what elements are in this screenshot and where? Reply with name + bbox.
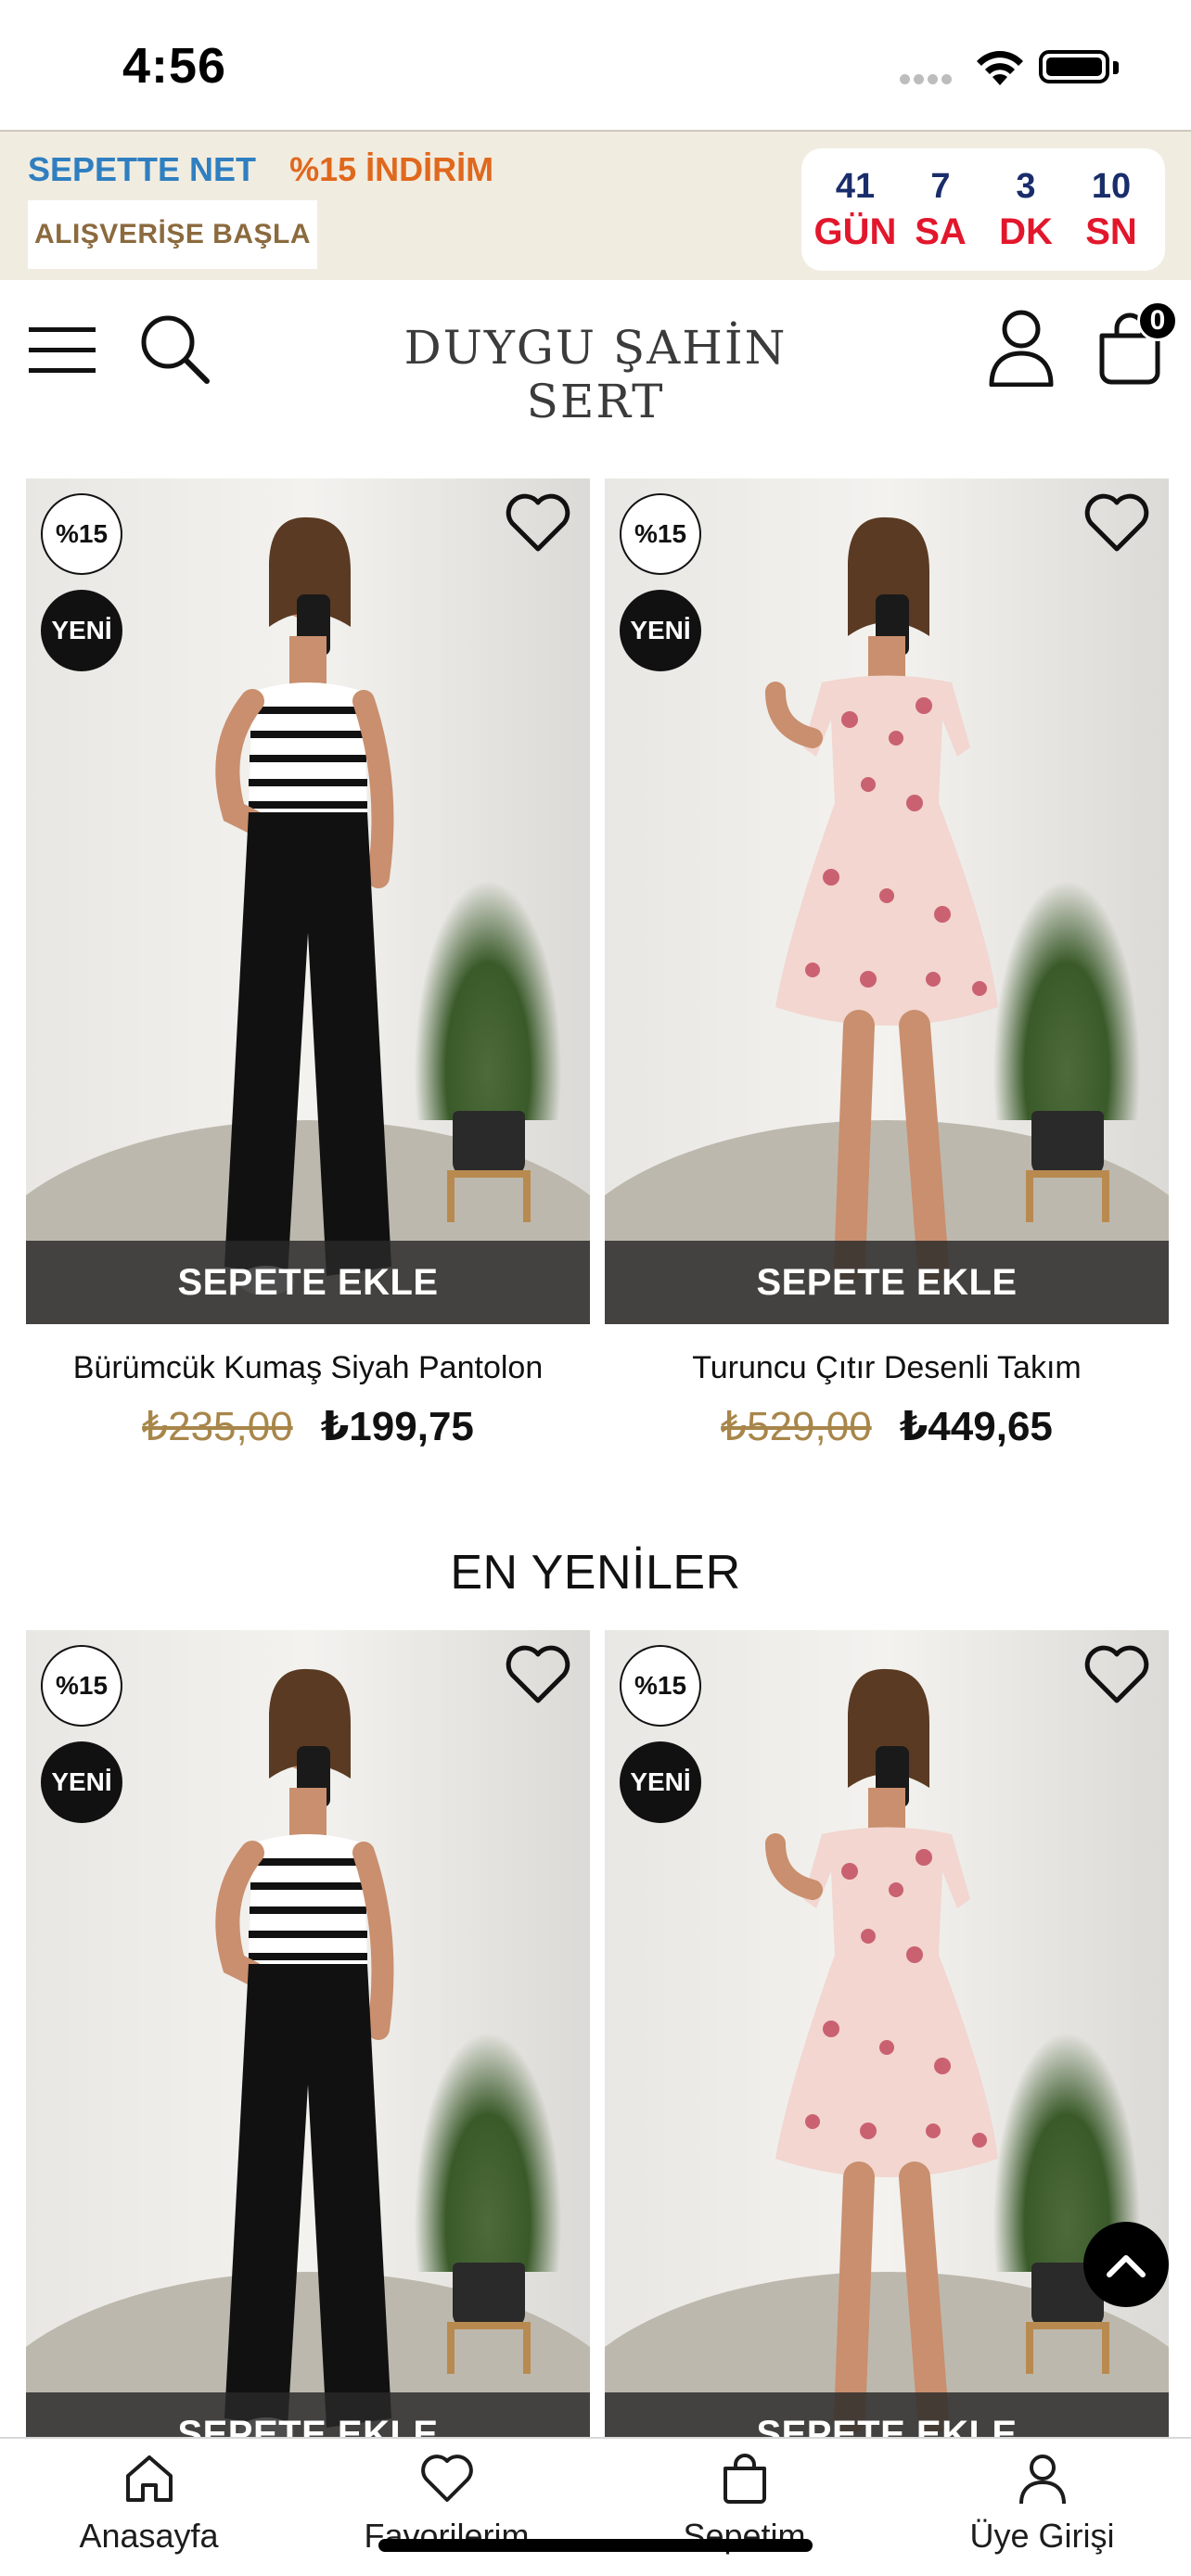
product-image[interactable]: %15 YENİ SEPETE EKLE (26, 478, 590, 1324)
home-icon (125, 2455, 173, 2502)
bottom-tab-bar: Anasayfa Favorilerim Sepetim Üye Girişi (0, 2437, 1191, 2576)
product-card[interactable]: %15 YENİ SEPETE EKLE Bürümcük Kumaş Siya… (26, 478, 590, 1450)
status-bar: 4:56 (0, 0, 1191, 130)
cart-icon[interactable]: 0 (1095, 300, 1178, 388)
tab-home[interactable]: Anasayfa (0, 2439, 298, 2576)
old-price: ₺235,00 (142, 1404, 293, 1449)
account-icon[interactable] (985, 306, 1057, 389)
countdown-seconds: 10 SN (1085, 167, 1137, 252)
section-title-new-arrivals: EN YENİLER (450, 1546, 741, 1600)
countdown-days: 41 GÜN (813, 167, 897, 252)
current-price: ₺449,65 (899, 1404, 1053, 1449)
model-photo (215, 516, 394, 1295)
tab-cart[interactable]: Sepetim (596, 2439, 893, 2576)
site-header: DUYGU ŞAHİN SERT 0 (0, 280, 1191, 428)
current-price: ₺199,75 (320, 1404, 474, 1449)
cellular-signal-icon (900, 72, 957, 84)
product-image[interactable]: %15 YENİ SEPETE EKLE (605, 1630, 1169, 2476)
add-to-cart-button[interactable]: SEPETE EKLE (26, 1241, 590, 1324)
product-prices: ₺529,00 ₺449,65 (605, 1403, 1169, 1450)
battery-icon (1039, 50, 1109, 83)
new-badge: YENİ (620, 1741, 701, 1823)
product-image[interactable]: %15 YENİ SEPETE EKLE (605, 478, 1169, 1324)
product-card[interactable]: %15 YENİ SEPETE EKLE Turuncu Çıtır Desen… (605, 478, 1169, 1450)
favorite-heart-icon[interactable] (505, 1645, 571, 1704)
product-prices: ₺235,00 ₺199,75 (26, 1403, 590, 1450)
menu-icon[interactable] (24, 317, 100, 382)
start-shopping-button[interactable]: ALIŞVERİŞE BAŞLA (28, 200, 317, 269)
new-badge: YENİ (41, 590, 122, 671)
model-photo (765, 516, 998, 1282)
model-photo (215, 1668, 394, 2447)
product-image[interactable]: %15 YENİ SEPETE EKLE (26, 1630, 590, 2476)
scroll-to-top-button[interactable] (1083, 2222, 1169, 2307)
model-photo (765, 1668, 998, 2434)
tab-login[interactable]: Üye Girişi (893, 2439, 1191, 2576)
tab-favorites[interactable]: Favorilerim (298, 2439, 596, 2576)
product-card[interactable]: %15 YENİ SEPETE EKLE (26, 1630, 590, 2476)
tab-label: Anasayfa (79, 2517, 219, 2555)
promo-text: SEPETTE NET %15 İNDİRİM (28, 150, 493, 189)
product-name[interactable]: Turuncu Çıtır Desenli Takım (605, 1350, 1169, 1386)
discount-badge: %15 (41, 1645, 122, 1727)
discount-badge: %15 (620, 1645, 701, 1727)
promo-banner: SEPETTE NET %15 İNDİRİM ALIŞVERİŞE BAŞLA… (0, 130, 1191, 280)
promo-net-label: SEPETTE NET (28, 150, 257, 188)
countdown-minutes: 3 DK (999, 167, 1053, 252)
favorite-heart-icon[interactable] (1083, 493, 1150, 553)
bag-icon (723, 2454, 766, 2504)
heart-icon (420, 2455, 473, 2502)
tab-label: Üye Girişi (969, 2517, 1115, 2555)
user-icon (1018, 2455, 1066, 2505)
chevron-up-icon (1107, 2255, 1146, 2277)
add-to-cart-button[interactable]: SEPETE EKLE (605, 1241, 1169, 1324)
search-icon[interactable] (134, 308, 213, 388)
home-indicator (378, 2539, 813, 2552)
product-card[interactable]: %15 YENİ SEPETE EKLE (605, 1630, 1169, 2476)
promo-discount-label: %15 İNDİRİM (289, 150, 494, 188)
brand-logo[interactable]: DUYGU ŞAHİN SERT (334, 321, 857, 428)
wifi-icon (977, 51, 1023, 85)
product-name[interactable]: Bürümcük Kumaş Siyah Pantolon (26, 1350, 590, 1386)
old-price: ₺529,00 (721, 1404, 872, 1449)
countdown-hours: 7 SA (915, 167, 967, 252)
status-time: 4:56 (122, 38, 227, 94)
discount-badge: %15 (620, 493, 701, 575)
new-badge: YENİ (620, 590, 701, 671)
favorite-heart-icon[interactable] (505, 493, 571, 553)
new-badge: YENİ (41, 1741, 122, 1823)
cart-count-badge: 0 (1137, 300, 1178, 341)
countdown-timer: 41 GÜN 7 SA 3 DK 10 SN (801, 148, 1165, 271)
discount-badge: %15 (41, 493, 122, 575)
favorite-heart-icon[interactable] (1083, 1645, 1150, 1704)
